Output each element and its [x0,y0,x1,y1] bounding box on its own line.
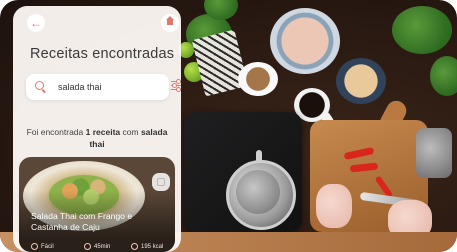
difficulty-icon [31,243,38,250]
bookmark-icon[interactable] [152,173,170,191]
recipe-time: 45min [84,243,110,250]
search-icon [35,81,44,90]
herbs-decoration [392,6,452,54]
difficulty-label: Fácil [41,243,54,250]
search-input[interactable] [58,80,148,94]
search-bar[interactable] [26,74,169,100]
results-count: 1 receita [85,127,121,137]
clock-icon [84,243,91,250]
bowl-cashews [336,58,386,104]
herbs-decoration [430,56,457,96]
app-frame: ← Receitas encontradas Foi encontrada 1 … [0,0,457,252]
recipe-difficulty: Fácil [31,243,54,250]
bowl-spice [238,62,278,96]
results-middle: com [122,127,139,137]
results-summary: Foi encontrada 1 receita com salada thai [19,126,175,150]
hand [316,184,352,228]
filter-sliders-icon[interactable] [171,79,181,93]
recipe-search-panel: ← Receitas encontradas Foi encontrada 1 … [13,6,181,252]
pan-inner [236,170,280,214]
back-button[interactable]: ← [27,14,45,32]
home-icon [165,16,175,27]
card-overlay [19,157,175,252]
bottle [416,128,452,178]
calories-icon [131,243,138,250]
arrow-left-icon: ← [30,16,42,30]
time-label: 45min [94,243,111,250]
bowl-chicken [270,8,340,74]
recipe-title: Salada Thai com Frango e Castanha de Caj… [31,211,133,232]
results-prefix: Foi encontrada [26,127,84,137]
recipe-card[interactable]: Salada Thai com Frango e Castanha de Caj… [19,157,175,252]
recipe-calories: 195 kcal [131,243,163,250]
home-button[interactable] [161,14,179,32]
calories-label: 195 kcal [141,243,164,250]
page-title: Receitas encontradas [30,46,175,62]
